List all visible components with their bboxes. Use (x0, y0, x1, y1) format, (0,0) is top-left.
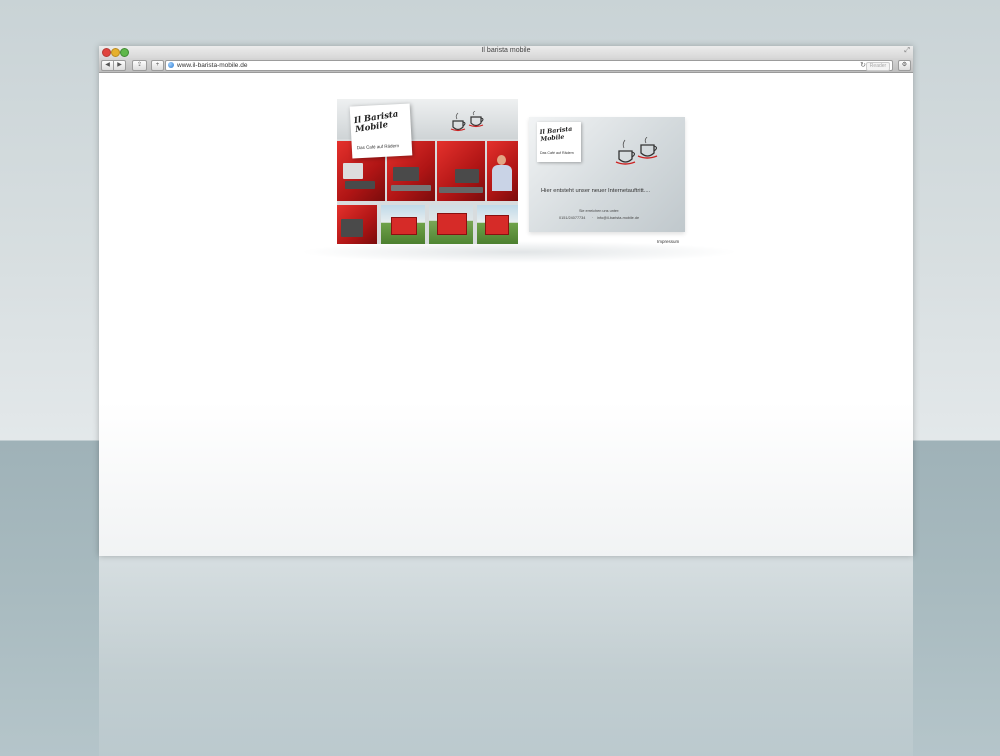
logo-title: Il Barista Mobile (353, 109, 400, 136)
impressum-link[interactable]: Impressum (657, 239, 679, 244)
photo-counter (437, 141, 485, 201)
photo-trailer-grass (429, 205, 473, 244)
fullscreen-icon[interactable]: ⤢ (904, 47, 910, 55)
settings-button[interactable]: ⚙ (898, 60, 911, 71)
gear-icon: ⚙ (901, 62, 908, 68)
floor-shadow (299, 241, 739, 263)
share-button[interactable]: ⇪ (132, 60, 147, 71)
phone-number: 0151/24077734 (559, 216, 586, 220)
reader-button[interactable]: Reader (866, 62, 890, 71)
logo-sign: Il Barista Mobile Das Café auf Rädern (349, 103, 413, 159)
info-card: Il Barista Mobile Das Café auf Rädern Hi… (529, 117, 685, 232)
title-bar: Il barista mobile ⤢ (99, 46, 913, 58)
window-reflection (99, 556, 913, 756)
photo-machine-closeup (337, 205, 377, 244)
contact-label: Sie erreichen uns unter: (579, 209, 620, 213)
address-bar[interactable]: www.il-barista-mobile.de ↻ Reader (165, 60, 893, 71)
add-bookmark-button[interactable]: + (151, 60, 164, 71)
coffee-cups-icon (450, 111, 484, 132)
card-logo-title: Il Barista Mobile (539, 125, 573, 144)
contact-separator: · (592, 216, 594, 220)
photo-trailer-field (381, 205, 425, 244)
coffee-cups-icon (615, 137, 658, 165)
browser-toolbar: ◀ ▶ ⇪ + www.il-barista-mobile.de ↻ Reade… (99, 58, 913, 73)
card-logo: Il Barista Mobile Das Café auf Rädern (537, 122, 581, 162)
browser-window: Il barista mobile ⤢ ◀ ▶ ⇪ + www.il-baris… (99, 46, 913, 556)
url-text[interactable]: www.il-barista-mobile.de (177, 61, 247, 70)
card-headline: Hier entsteht unser neuer Internetauftri… (541, 188, 651, 194)
logo-tagline: Das Café auf Rädern (356, 143, 400, 151)
photo-barista-person (487, 141, 518, 201)
forward-button[interactable]: ▶ (113, 60, 126, 71)
page-viewport: Il Barista Mobile Das Café auf Rädern Il… (99, 73, 913, 556)
photo-trailer-side (477, 205, 518, 244)
window-title: Il barista mobile (481, 47, 531, 54)
globe-icon (168, 62, 174, 68)
email-link[interactable]: info@il-barista-mobile.de (597, 216, 639, 220)
card-logo-tagline: Das Café auf Rädern (540, 151, 574, 155)
